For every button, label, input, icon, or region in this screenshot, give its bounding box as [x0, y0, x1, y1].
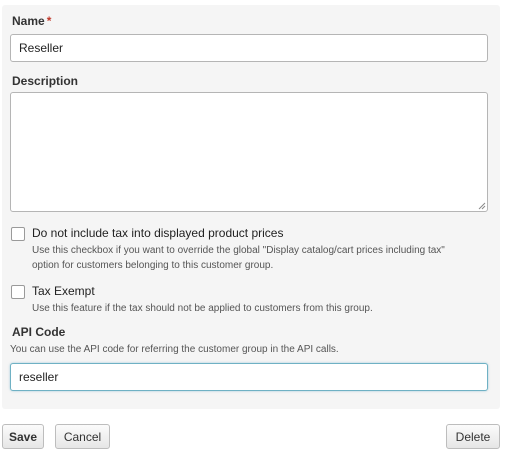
description-wrapper — [10, 92, 488, 212]
resize-grip-icon[interactable] — [478, 202, 486, 210]
name-field-label: Name * — [12, 14, 51, 28]
tax-display-checkbox[interactable] — [11, 227, 25, 241]
delete-button[interactable]: Delete — [446, 424, 500, 449]
tax-exempt-checkbox[interactable] — [11, 285, 25, 299]
name-label-text: Name — [12, 14, 45, 28]
customer-group-form-panel: Name* Description Do not include tax int… — [2, 5, 500, 409]
tax-display-help-line2: option for customers belonging to this c… — [32, 260, 274, 271]
tax-display-checkbox-label[interactable]: Do not include tax into displayed produc… — [32, 226, 283, 240]
name-input[interactable] — [10, 34, 488, 62]
description-textarea[interactable] — [10, 92, 488, 212]
api-code-label: API Code — [12, 325, 66, 339]
tax-exempt-help: Use this feature if the tax should not b… — [32, 303, 373, 314]
required-marker: * — [46, 14, 52, 28]
tax-exempt-checkbox-label[interactable]: Tax Exempt — [32, 284, 95, 298]
tax-display-help-line1: Use this checkbox if you want to overrid… — [32, 245, 445, 256]
description-label: Description — [12, 74, 79, 88]
save-button[interactable]: Save — [2, 424, 44, 449]
cancel-button[interactable]: Cancel — [55, 424, 110, 449]
api-code-help: You can use the API code for referring t… — [10, 344, 339, 355]
api-code-input[interactable] — [10, 363, 488, 391]
